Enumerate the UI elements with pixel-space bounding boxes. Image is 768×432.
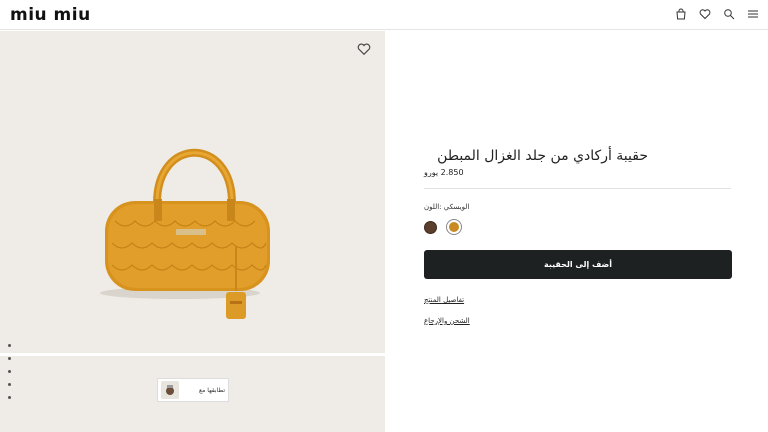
color-label: الويسكي :اللون xyxy=(424,203,470,211)
menu-icon[interactable] xyxy=(746,7,760,21)
search-icon[interactable] xyxy=(722,7,736,21)
product-image-main[interactable] xyxy=(0,31,385,353)
gallery-dot[interactable] xyxy=(8,383,11,386)
bag-icon[interactable] xyxy=(674,7,688,21)
product-gallery xyxy=(0,31,385,432)
add-to-bag-button[interactable]: أضف إلى الحقيبة xyxy=(424,250,732,279)
gallery-dot[interactable] xyxy=(8,344,11,347)
match-with-chip[interactable]: تطابقها مع xyxy=(157,378,229,402)
match-thumbnail xyxy=(161,381,179,399)
gallery-dots xyxy=(8,344,11,399)
divider xyxy=(424,188,731,189)
handbag-illustration xyxy=(100,148,270,319)
gallery-dot[interactable] xyxy=(8,370,11,373)
top-header: miu miu xyxy=(0,0,768,30)
match-label: تطابقها مع xyxy=(198,386,225,394)
color-swatch-brown[interactable] xyxy=(424,221,437,234)
gallery-dot[interactable] xyxy=(8,357,11,360)
product-details-panel: حقيبة أركادي من جلد الغزال المبطن 2.850 … xyxy=(385,31,768,432)
shipping-returns-link[interactable]: الشحن والإرجاع xyxy=(424,317,470,325)
product-title: حقيبة أركادي من جلد الغزال المبطن xyxy=(437,148,648,164)
gallery-dot[interactable] xyxy=(8,396,11,399)
heart-icon[interactable] xyxy=(698,7,712,21)
color-swatch-whisky[interactable] xyxy=(447,220,461,234)
favorite-heart-icon[interactable] xyxy=(357,41,371,56)
header-icons xyxy=(674,7,760,21)
product-details-link[interactable]: تفاصيل المنتج xyxy=(424,296,464,304)
brand-logo[interactable]: miu miu xyxy=(10,5,91,25)
product-price: 2.850 يورو xyxy=(424,168,464,177)
